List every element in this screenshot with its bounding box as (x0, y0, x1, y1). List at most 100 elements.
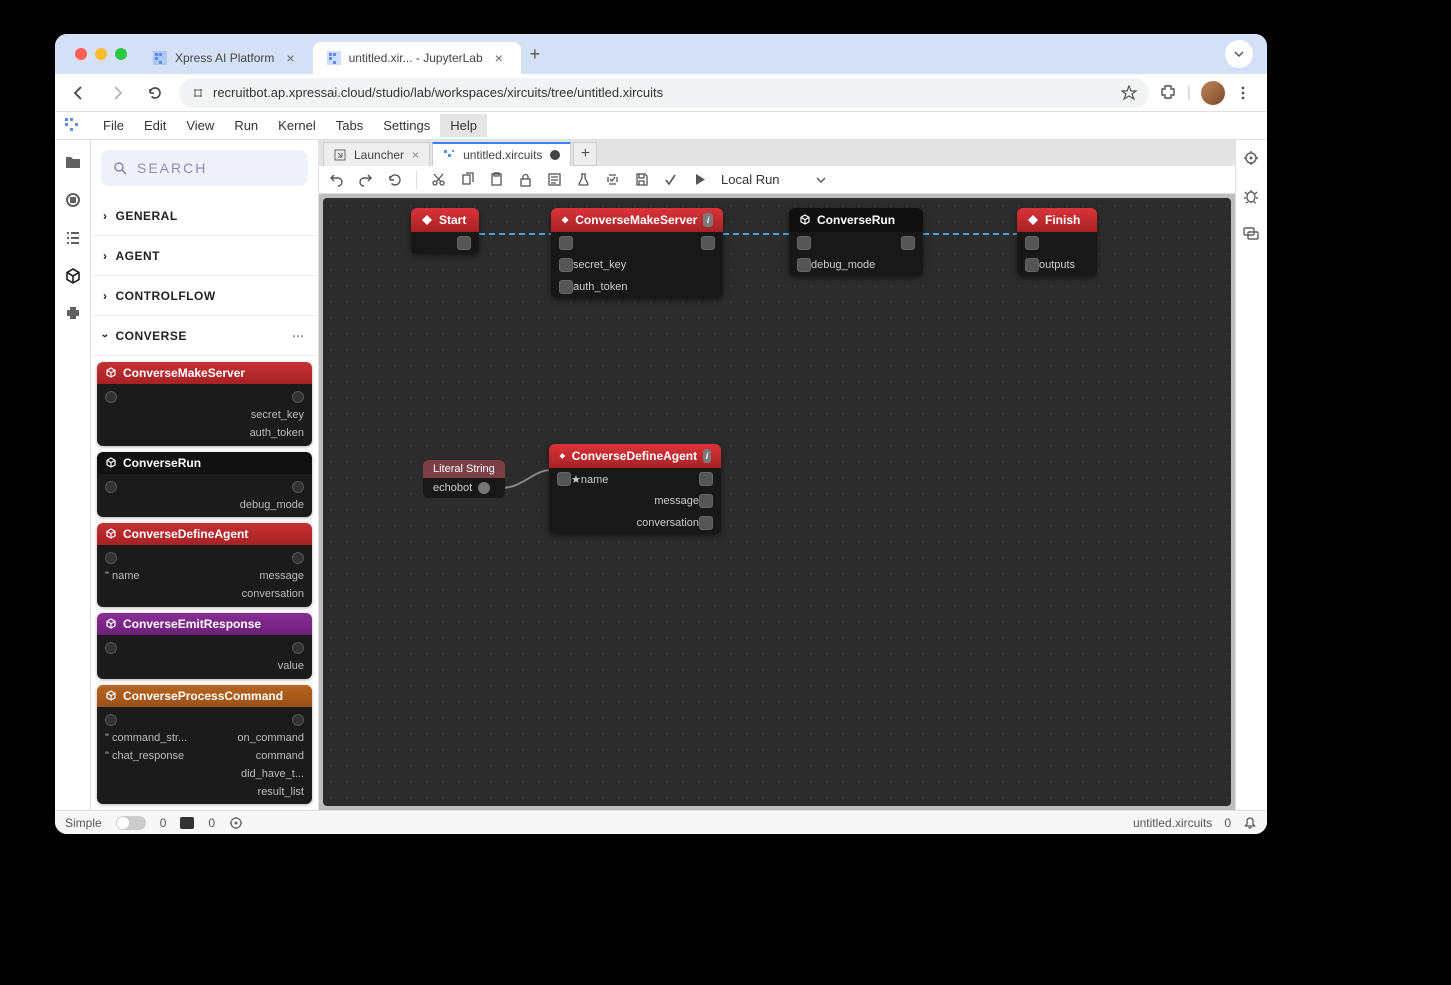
app-body: SEARCH ›GENERAL ›AGENT ›CONTROLFLOW ›CON… (55, 140, 1267, 810)
reload-button[interactable] (141, 79, 169, 107)
editor-toolbar: Local Run (319, 166, 1235, 194)
doctab-launcher[interactable]: Launcher × (323, 142, 430, 166)
minimize-window-button[interactable] (95, 48, 107, 60)
palette-node[interactable]: ConverseMakeServersecret_keyauth_token (97, 362, 312, 446)
paste-icon[interactable] (489, 172, 504, 187)
compile-icon[interactable] (605, 172, 620, 187)
log-icon[interactable] (547, 172, 562, 187)
back-button[interactable] (65, 79, 93, 107)
menu-file[interactable]: File (93, 114, 134, 137)
search-placeholder: SEARCH (137, 160, 207, 176)
literal-node[interactable]: Literal Stringechobot (423, 460, 505, 498)
bookmark-icon[interactable] (1121, 85, 1137, 101)
compile-run-icon[interactable] (663, 172, 678, 187)
terminal-count: 0 (208, 816, 215, 830)
chat-icon[interactable] (1243, 226, 1261, 244)
status-filename: untitled.xircuits (1133, 816, 1212, 830)
chevron-down-icon (816, 175, 826, 185)
running-icon[interactable] (63, 190, 83, 210)
tab-close-icon[interactable]: × (491, 50, 507, 66)
add-doctab-button[interactable]: + (573, 142, 597, 166)
close-window-button[interactable] (75, 48, 87, 60)
tabs-dropdown-button[interactable] (1225, 40, 1253, 68)
section-controlflow[interactable]: ›CONTROLFLOW (91, 276, 318, 316)
favicon-icon (153, 51, 167, 65)
section-general[interactable]: ›GENERAL (91, 196, 318, 236)
lsp-icon[interactable] (229, 816, 243, 830)
address-input[interactable]: recruitbot.ap.xpressai.cloud/studio/lab/… (179, 78, 1149, 108)
palette-node[interactable]: ConverseDefineAgent" namemessageconversa… (97, 523, 312, 607)
section-converse[interactable]: ›CONVERSE⋯ (91, 316, 318, 356)
test-icon[interactable] (576, 172, 591, 187)
run-target-select[interactable]: Local Run (721, 172, 826, 187)
menu-settings[interactable]: Settings (373, 114, 440, 137)
graph-node[interactable]: Start (411, 208, 479, 254)
xircuits-icon (443, 149, 455, 161)
tab-close-icon[interactable]: × (282, 50, 298, 66)
menu-run[interactable]: Run (224, 114, 268, 137)
palette-node[interactable]: ConverseProcessCommand" command_str...on… (97, 685, 312, 804)
browser-tab-0[interactable]: Xpress AI Platform × (139, 42, 313, 74)
window-controls (63, 48, 139, 60)
new-tab-button[interactable]: + (521, 40, 549, 68)
debugger-icon[interactable] (1243, 188, 1261, 206)
browser-tabbar: Xpress AI Platform × untitled.xir... - J… (55, 34, 1267, 74)
address-bar: recruitbot.ap.xpressai.cloud/studio/lab/… (55, 74, 1267, 112)
extension-manager-icon[interactable] (63, 304, 83, 324)
menu-edit[interactable]: Edit (134, 114, 176, 137)
undo-icon[interactable] (329, 172, 344, 187)
graph-canvas[interactable]: Start ConverseMakeServerisecret_keyauth_t… (323, 198, 1231, 806)
menu-tabs[interactable]: Tabs (326, 114, 373, 137)
palette-node[interactable]: ConverseEmitResponsevalue (97, 613, 312, 679)
doctab-xircuits[interactable]: untitled.xircuits (432, 142, 571, 166)
url-text: recruitbot.ap.xpressai.cloud/studio/lab/… (213, 85, 663, 100)
app-logo-icon (63, 116, 83, 136)
filebrowser-icon[interactable] (63, 152, 83, 172)
site-info-icon[interactable] (191, 86, 205, 100)
components-icon[interactable] (63, 266, 83, 286)
forward-button[interactable] (103, 79, 131, 107)
right-sidebar (1235, 140, 1267, 810)
tab-title: Xpress AI Platform (175, 51, 274, 65)
browser-tab-1[interactable]: untitled.xir... - JupyterLab × (313, 42, 521, 74)
maximize-window-button[interactable] (115, 48, 127, 60)
toc-icon[interactable] (63, 228, 83, 248)
reload-icon[interactable] (387, 172, 402, 187)
app-menubar: File Edit View Run Kernel Tabs Settings … (55, 112, 1267, 140)
menu-kernel[interactable]: Kernel (268, 114, 326, 137)
profile-avatar[interactable] (1201, 81, 1225, 105)
chrome-menu-icon[interactable] (1235, 85, 1251, 101)
browser-window: Xpress AI Platform × untitled.xir... - J… (55, 34, 1267, 834)
unsaved-indicator-icon (550, 150, 560, 160)
graph-node[interactable]: ConverseMakeServerisecret_keyauth_token (551, 208, 723, 298)
graph-node[interactable]: Finishoutputs (1017, 208, 1097, 276)
graph-node[interactable]: ConverseDefineAgenti★namemessageconversa… (549, 444, 721, 534)
notification-count: 0 (1224, 816, 1231, 830)
copy-icon[interactable] (460, 172, 475, 187)
extensions-icon[interactable] (1159, 84, 1177, 102)
close-icon[interactable]: × (412, 148, 419, 162)
lock-icon[interactable] (518, 172, 533, 187)
kernel-count: 0 (160, 816, 167, 830)
simple-mode-toggle[interactable] (116, 816, 146, 830)
section-agent[interactable]: ›AGENT (91, 236, 318, 276)
run-icon[interactable] (692, 172, 707, 187)
main-area: Launcher × untitled.xircuits + (319, 140, 1235, 810)
bell-icon[interactable] (1243, 816, 1257, 830)
terminal-icon (180, 817, 194, 829)
save-icon[interactable] (634, 172, 649, 187)
redo-icon[interactable] (358, 172, 373, 187)
graph-node[interactable]: ConverseRundebug_mode (789, 208, 923, 276)
section-menu-icon[interactable]: ⋯ (292, 329, 306, 343)
launcher-icon (334, 149, 346, 161)
property-inspector-icon[interactable] (1243, 150, 1261, 168)
cut-icon[interactable] (431, 172, 446, 187)
menu-view[interactable]: View (176, 114, 224, 137)
node-list: ConverseMakeServersecret_keyauth_tokenCo… (91, 356, 318, 810)
palette-node[interactable]: ConverseRundebug_mode (97, 452, 312, 518)
menu-help[interactable]: Help (440, 114, 487, 137)
component-search[interactable]: SEARCH (101, 150, 308, 186)
activity-bar (55, 140, 91, 810)
status-bar: Simple 0 0 untitled.xircuits 0 (55, 810, 1267, 834)
favicon-icon (327, 51, 341, 65)
